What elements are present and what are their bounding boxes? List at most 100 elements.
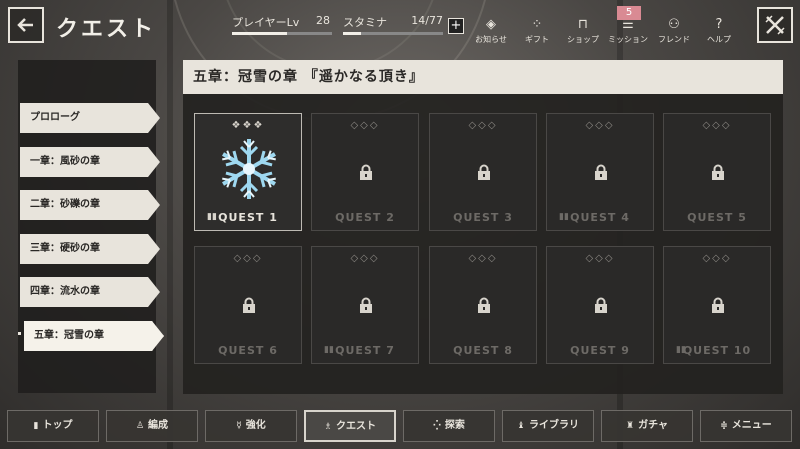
close-button[interactable] xyxy=(757,7,793,43)
nav-enhance-label: 強化 xyxy=(245,420,266,431)
stamina-bar xyxy=(343,32,361,35)
quest-label: QUEST 1 xyxy=(218,211,278,224)
notice-label: お知らせ xyxy=(475,35,507,44)
nav-explore-label: 探索 xyxy=(444,420,465,431)
help-label: ヘルプ xyxy=(707,35,731,44)
formation-icon: ♙ xyxy=(135,421,145,431)
quest-icon: ♗ xyxy=(323,422,333,432)
explore-icon: ⁛ xyxy=(433,421,441,431)
quest-card[interactable]: ◇◇◇ QUEST 3 xyxy=(429,113,537,231)
notice-icon: ◈ xyxy=(486,17,496,32)
gacha-icon: ♜ xyxy=(626,421,635,431)
chapter-5[interactable]: 五章：冠雪の章 xyxy=(24,321,164,351)
rating-diamonds: ◇◇◇ xyxy=(350,253,380,264)
lock-icon xyxy=(358,164,374,184)
stamina-value: 14/77 xyxy=(411,14,443,27)
player-level-display: プレイヤーLv 28 xyxy=(232,14,332,35)
quest-label: QUEST 6 xyxy=(218,344,278,357)
rating-diamonds: ◇◇◇ xyxy=(468,253,498,264)
quest-label: QUEST 2 xyxy=(335,211,395,224)
lock-icon xyxy=(593,297,609,317)
quest-card[interactable]: ◇◇◇ ▮▮ QUEST 4 xyxy=(546,113,654,231)
chapter-3[interactable]: 三章：硬砂の章 xyxy=(20,234,160,264)
add-stamina-button[interactable]: + xyxy=(448,18,464,34)
active-chapter-indicator xyxy=(18,332,21,335)
rating-diamonds: ◇◇◇ xyxy=(468,120,498,131)
player-level-label: プレイヤーLv xyxy=(232,16,300,29)
stamina-label: スタミナ xyxy=(343,16,387,29)
nav-formation-label: 編成 xyxy=(148,420,169,431)
friend-label: フレンド xyxy=(658,35,690,44)
quest-label: QUEST 7 xyxy=(335,344,395,357)
quest-card[interactable]: ◇◇◇ QUEST 2 xyxy=(311,113,419,231)
nav-top-label: トップ xyxy=(42,420,73,431)
mission-button[interactable]: ☰ ミッション xyxy=(608,16,648,45)
quest-card[interactable]: ◇◇◇ QUEST 8 xyxy=(429,246,537,364)
chapter-prologue[interactable]: プロローグ xyxy=(20,103,160,133)
quest-card[interactable]: ◇◇◇ ▮▮ QUEST 7 xyxy=(311,246,419,364)
nav-quest[interactable]: ♗ クエスト xyxy=(304,410,396,442)
nav-gacha-label: ガチャ xyxy=(638,420,668,431)
nav-library-label: ライブラリ xyxy=(529,420,580,431)
quest-card[interactable]: ◇◇◇ QUEST 5 xyxy=(663,113,771,231)
gift-icon: ⁘ xyxy=(531,17,543,32)
quest-card[interactable]: ◇◇◇ QUEST 6 xyxy=(194,246,302,364)
notice-button[interactable]: ◈ お知らせ xyxy=(471,16,511,45)
page-title: クエスト xyxy=(56,17,157,42)
lock-icon xyxy=(476,164,492,184)
nav-top[interactable]: ▮ トップ xyxy=(7,410,99,442)
nav-library[interactable]: ♝ ライブラリ xyxy=(502,410,594,442)
quest-card[interactable]: ◇◇◇ QUEST 9 xyxy=(546,246,654,364)
mission-label: ミッション xyxy=(608,35,648,44)
header: クエスト プレイヤーLv 28 スタミナ 14/77 + ◈ お知らせ ⁘ ギフ… xyxy=(0,0,800,54)
nav-gacha[interactable]: ♜ ガチャ xyxy=(601,410,693,442)
shop-icon: ⊓ xyxy=(577,17,589,32)
stamina-display: スタミナ 14/77 xyxy=(343,14,443,35)
chapter-4[interactable]: 四章：流水の章 xyxy=(20,277,160,307)
rating-diamonds: ◇◇◇ xyxy=(702,253,732,264)
nav-menu-label: メニュー xyxy=(731,420,772,431)
rating-diamonds: ❖❖❖ xyxy=(231,120,265,131)
library-icon: ♝ xyxy=(516,421,526,431)
player-level-value: 28 xyxy=(316,14,330,27)
friend-button[interactable]: ⚇ フレンド xyxy=(654,16,694,45)
nav-enhance[interactable]: ☿ 強化 xyxy=(205,410,297,442)
shop-button[interactable]: ⊓ ショップ xyxy=(563,16,603,45)
help-icon: ? xyxy=(715,17,723,32)
quest-label: QUEST 4 xyxy=(570,211,630,224)
quest-label: QUEST 8 xyxy=(453,344,513,357)
rating-diamonds: ◇◇◇ xyxy=(350,120,380,131)
quest-label: QUEST 10 xyxy=(682,344,752,357)
quest-label: QUEST 9 xyxy=(570,344,630,357)
crossed-swords-icon xyxy=(765,15,785,35)
player-level-bar xyxy=(232,32,287,35)
arrow-left-icon xyxy=(17,18,33,32)
gift-button[interactable]: ⁘ ギフト xyxy=(517,16,557,45)
nav-formation[interactable]: ♙ 編成 xyxy=(106,410,198,442)
chapter-sidebar: プロローグ 一章：風砂の章 二章：砂礫の章 三章：硬砂の章 四章：流水の章 五章… xyxy=(18,60,164,393)
chapter-1[interactable]: 一章：風砂の章 xyxy=(20,147,160,177)
back-button[interactable] xyxy=(8,7,44,43)
nav-explore[interactable]: ⁛ 探索 xyxy=(403,410,495,442)
top-icon: ▮ xyxy=(33,421,39,431)
lock-icon xyxy=(593,164,609,184)
snowflake-icon xyxy=(214,134,284,208)
nav-quest-label: クエスト xyxy=(336,421,377,432)
lock-icon xyxy=(241,297,257,317)
menu-icon: ≑ xyxy=(720,421,728,431)
lock-icon xyxy=(710,297,726,317)
chapter-2[interactable]: 二章：砂礫の章 xyxy=(20,190,160,220)
chapter-banner: 五章：冠雪の章 『遥かなる頂き』 xyxy=(183,60,783,94)
quest-card[interactable]: ◇◇◇ ▮▮ QUEST 10 xyxy=(663,246,771,364)
gift-label: ギフト xyxy=(525,35,549,44)
friend-icon: ⚇ xyxy=(668,17,680,32)
nav-menu[interactable]: ≑ メニュー xyxy=(700,410,792,442)
quest-card[interactable]: ❖❖❖ ▮▮ QUEST 1 xyxy=(194,113,302,231)
rating-diamonds: ◇◇◇ xyxy=(702,120,732,131)
rating-diamonds: ◇◇◇ xyxy=(585,120,615,131)
rating-diamonds: ◇◇◇ xyxy=(585,253,615,264)
lock-icon xyxy=(710,164,726,184)
bottom-nav: ▮ トップ ♙ 編成 ☿ 強化 ♗ クエスト ⁛ 探索 ♝ ライブラリ ♜ ガチャ ≑ メニュー xyxy=(0,408,800,446)
rating-diamonds: ◇◇◇ xyxy=(233,253,263,264)
help-button[interactable]: ? ヘルプ xyxy=(699,16,739,45)
